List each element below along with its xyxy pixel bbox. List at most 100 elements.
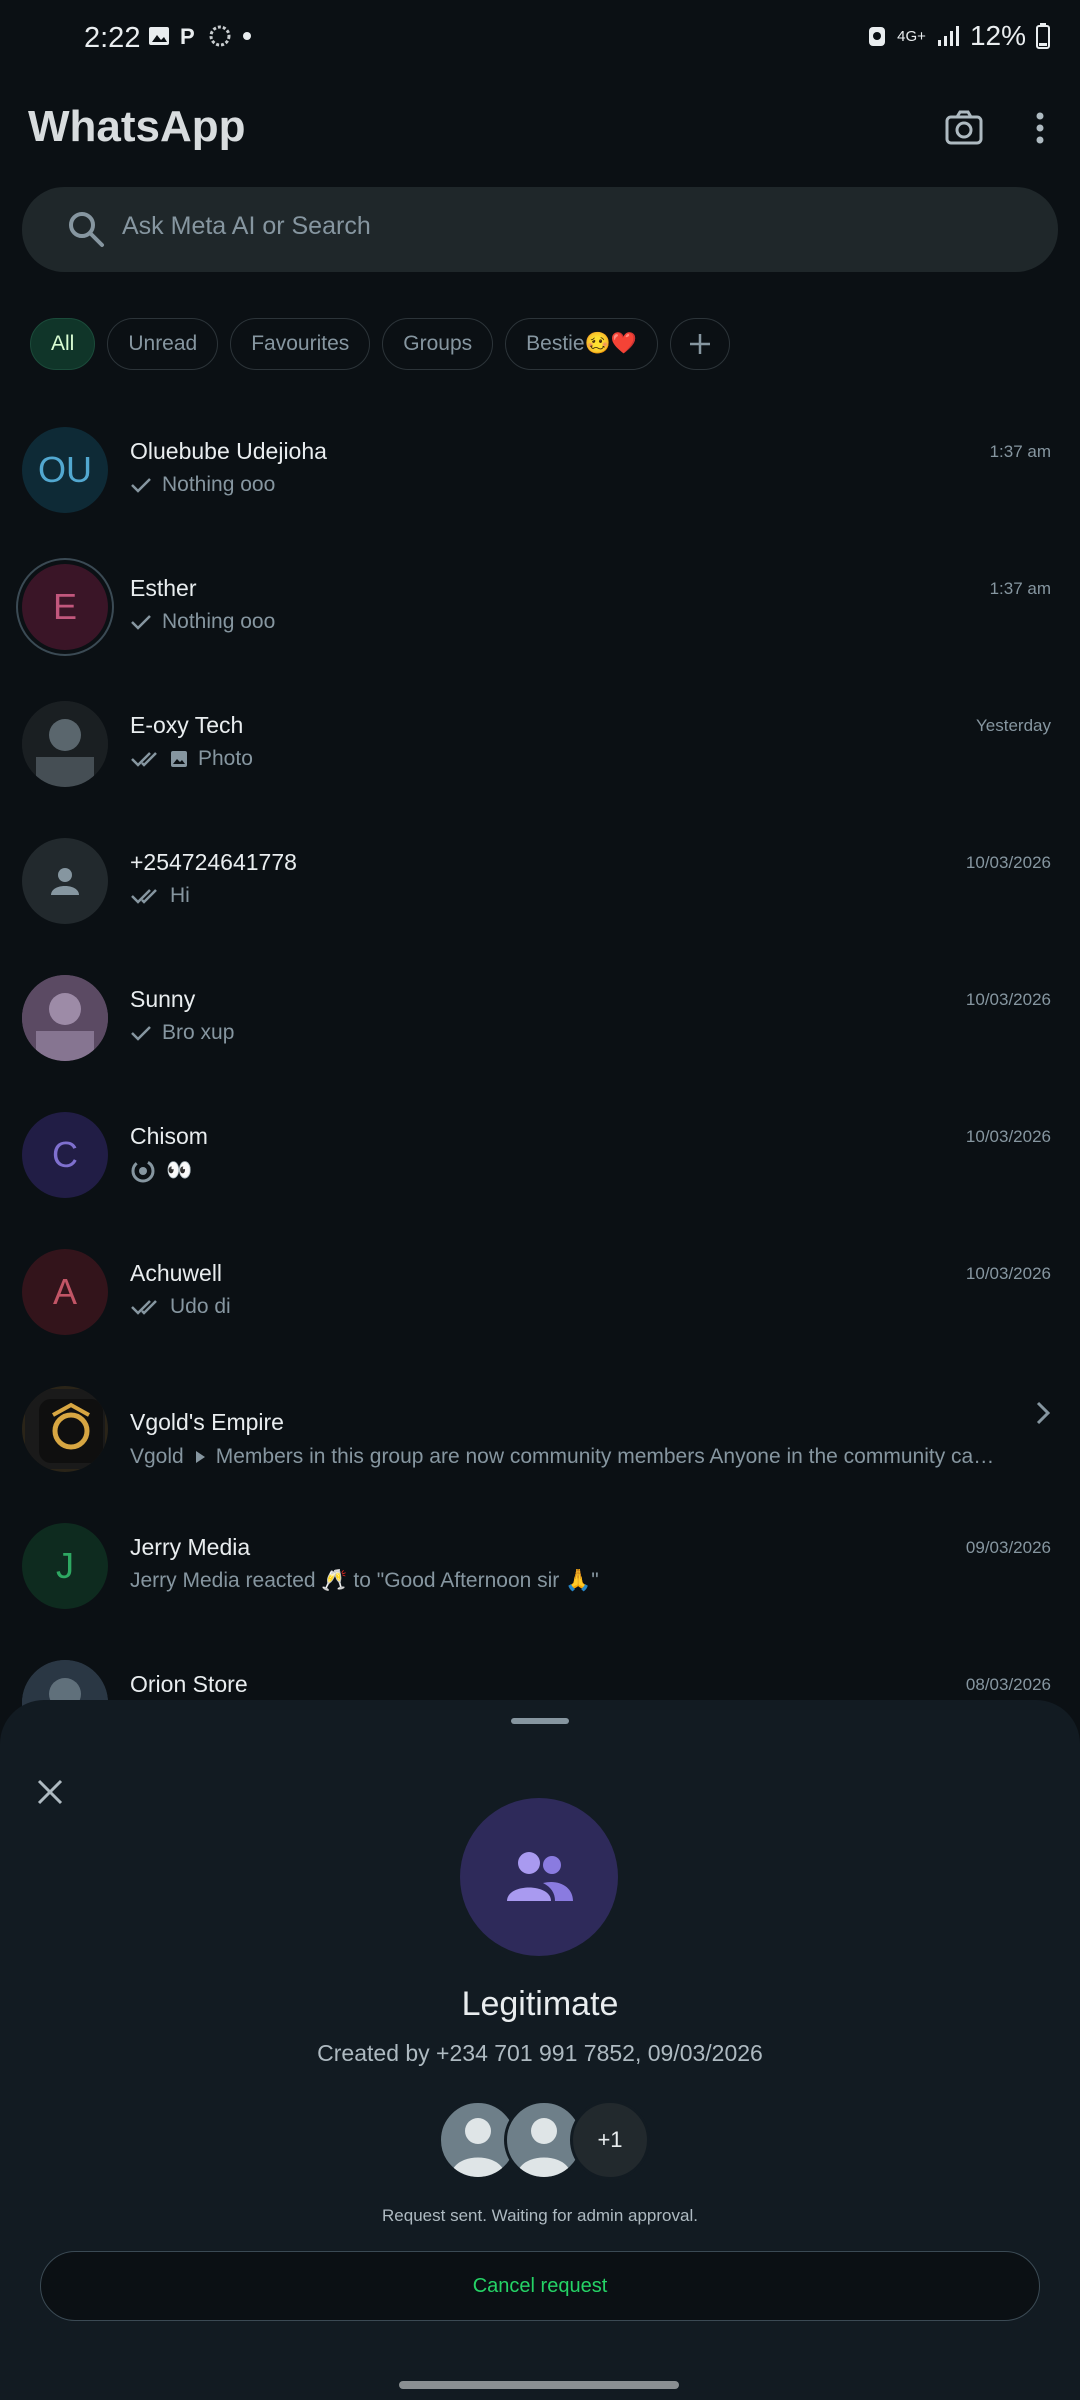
chat-avatar[interactable] — [22, 838, 108, 924]
app-bar: WhatsApp — [0, 90, 1080, 170]
chat-avatar[interactable]: J — [22, 1523, 108, 1609]
group-name: Legitimate — [461, 1985, 619, 2023]
avatar-initials: OU — [38, 449, 92, 490]
add-filter-button[interactable] — [669, 318, 730, 370]
chat-row[interactable]: E-oxy Tech Yesterday Photo — [0, 674, 1080, 811]
filter-bestie[interactable]: Bestie🥴❤️ — [505, 318, 658, 370]
chat-avatar[interactable]: OU — [22, 427, 108, 513]
chat-time: 10/03/2026 — [965, 1264, 1051, 1283]
chat-preview: Nothing ooo — [130, 610, 275, 634]
message-text: Udo di — [170, 1295, 231, 1318]
chat-avatar[interactable] — [22, 975, 108, 1061]
chat-name: Achuwell — [130, 1260, 223, 1286]
chevron-right-icon[interactable] — [1035, 1401, 1051, 1430]
chat-avatar[interactable]: A — [22, 1249, 108, 1335]
single-tick-icon — [131, 478, 151, 493]
member-avatars: +1 — [438, 2100, 650, 2180]
default-avatar-icon — [51, 868, 79, 895]
filter-all[interactable]: All — [30, 318, 96, 370]
photo-avatar-icon — [22, 701, 108, 787]
chat-row[interactable]: Vgold's Empire Vgold Members in this group… — [0, 1359, 1080, 1496]
double-tick-icon — [131, 889, 157, 904]
status-time: 2:22 — [84, 22, 141, 54]
more-members-badge: +1 — [570, 2100, 650, 2180]
message-text: Bro xup — [162, 1021, 235, 1044]
gallery-icon — [149, 27, 169, 45]
system-status: 4G+ 12% — [867, 20, 1050, 52]
filter-favourites[interactable]: Favourites — [230, 318, 371, 370]
chat-row[interactable]: OU Oluebube Udejioha 1:37 am Nothing ooo — [0, 400, 1080, 537]
filter-unread[interactable]: Unread — [107, 318, 219, 370]
battery-percent: 12% — [969, 20, 1026, 51]
chat-name: Vgold's Empire — [130, 1409, 284, 1435]
photo-avatar-icon — [22, 975, 108, 1061]
group-created-info: Created by +234 701 991 7852, 09/03/2026 — [317, 2040, 763, 2066]
chat-preview: Photo — [130, 747, 253, 771]
chat-name: Sunny — [130, 986, 196, 1012]
chat-row[interactable]: +254724641778 10/03/2026 Hi — [0, 811, 1080, 948]
close-icon[interactable] — [36, 1778, 64, 1806]
single-tick-icon — [131, 615, 151, 630]
chat-avatar[interactable] — [22, 701, 108, 787]
svg-text:P: P — [180, 25, 195, 47]
avatar-initials: C — [52, 1134, 78, 1175]
chat-avatar[interactable] — [22, 1386, 108, 1472]
chat-name: Esther — [130, 575, 197, 601]
chat-time: 1:37 am — [989, 442, 1051, 461]
chat-time: 1:37 am — [989, 579, 1051, 598]
message-text: Nothing ooo — [162, 610, 276, 633]
message-text: Jerry Media reacted 🥂 to "Good Afternoon… — [130, 1569, 599, 1592]
chat-time: 10/03/2026 — [965, 1127, 1051, 1146]
search-icon — [69, 212, 104, 247]
chat-preview: Nothing ooo — [130, 473, 275, 497]
app-title: WhatsApp — [28, 102, 246, 151]
chat-time: Yesterday — [976, 716, 1051, 735]
chat-time: 09/03/2026 — [965, 1538, 1051, 1557]
chat-row[interactable]: J Jerry Media 09/03/2026 Jerry Media reacte… — [0, 1496, 1080, 1633]
chat-avatar[interactable]: E — [22, 564, 108, 650]
message-text: Members in this group are now community … — [215, 1445, 996, 1468]
more-options-icon[interactable] — [1028, 108, 1052, 148]
single-tick-icon — [131, 1026, 151, 1041]
notification-icons: P — [148, 24, 252, 48]
message-text: 👀 — [166, 1159, 193, 1182]
community-icon — [25, 1389, 105, 1469]
chat-preview: Udo di — [130, 1295, 231, 1319]
drag-handle[interactable] — [511, 1718, 569, 1724]
double-tick-icon — [131, 1300, 157, 1315]
gesture-bar[interactable] — [399, 2381, 679, 2389]
cancel-request-button[interactable]: Cancel request — [40, 2251, 1040, 2321]
message-sender: Vgold — [130, 1445, 184, 1468]
message-text: Hi — [170, 884, 190, 907]
chat-preview: 👀 — [130, 1158, 192, 1184]
chat-preview: Vgold Members in this group are now commu… — [130, 1445, 996, 1469]
group-invite-sheet: Legitimate Created by +234 701 991 7852,… — [0, 1700, 1080, 2400]
chat-name: Orion Store — [130, 1671, 248, 1697]
chat-time: 10/03/2026 — [965, 990, 1051, 1009]
chat-name: E-oxy Tech — [130, 712, 244, 738]
photo-icon — [171, 751, 187, 767]
chat-avatar[interactable]: C — [22, 1112, 108, 1198]
chat-row[interactable]: Sunny 10/03/2026 Bro xup — [0, 948, 1080, 1085]
chat-row[interactable]: A Achuwell 10/03/2026 Udo di — [0, 1222, 1080, 1359]
signal-icon — [937, 26, 959, 46]
search-bar[interactable]: Ask Meta AI or Search — [22, 187, 1058, 272]
search-placeholder: Ask Meta AI or Search — [122, 212, 371, 240]
chat-row[interactable]: C Chisom 10/03/2026 👀 — [0, 1085, 1080, 1222]
message-text: Nothing ooo — [162, 473, 276, 496]
sync-icon — [209, 25, 231, 47]
chat-preview: Hi — [130, 884, 190, 908]
chat-row[interactable]: E Esther 1:37 am Nothing ooo — [0, 537, 1080, 674]
chat-name: +254724641778 — [130, 849, 297, 875]
message-text: Photo — [198, 747, 253, 770]
chat-name: Oluebube Udejioha — [130, 438, 327, 464]
request-status: Request sent. Waiting for admin approval… — [382, 2206, 698, 2225]
p-icon: P — [180, 25, 195, 47]
chat-name: Chisom — [130, 1123, 208, 1149]
plus-icon — [689, 334, 710, 354]
play-arrow-icon — [195, 1451, 205, 1463]
filter-groups[interactable]: Groups — [382, 318, 494, 370]
status-bar: 2:22 P 4G+ 12% — [0, 0, 1080, 80]
camera-icon[interactable] — [944, 108, 984, 148]
alarm-icon — [869, 27, 886, 46]
